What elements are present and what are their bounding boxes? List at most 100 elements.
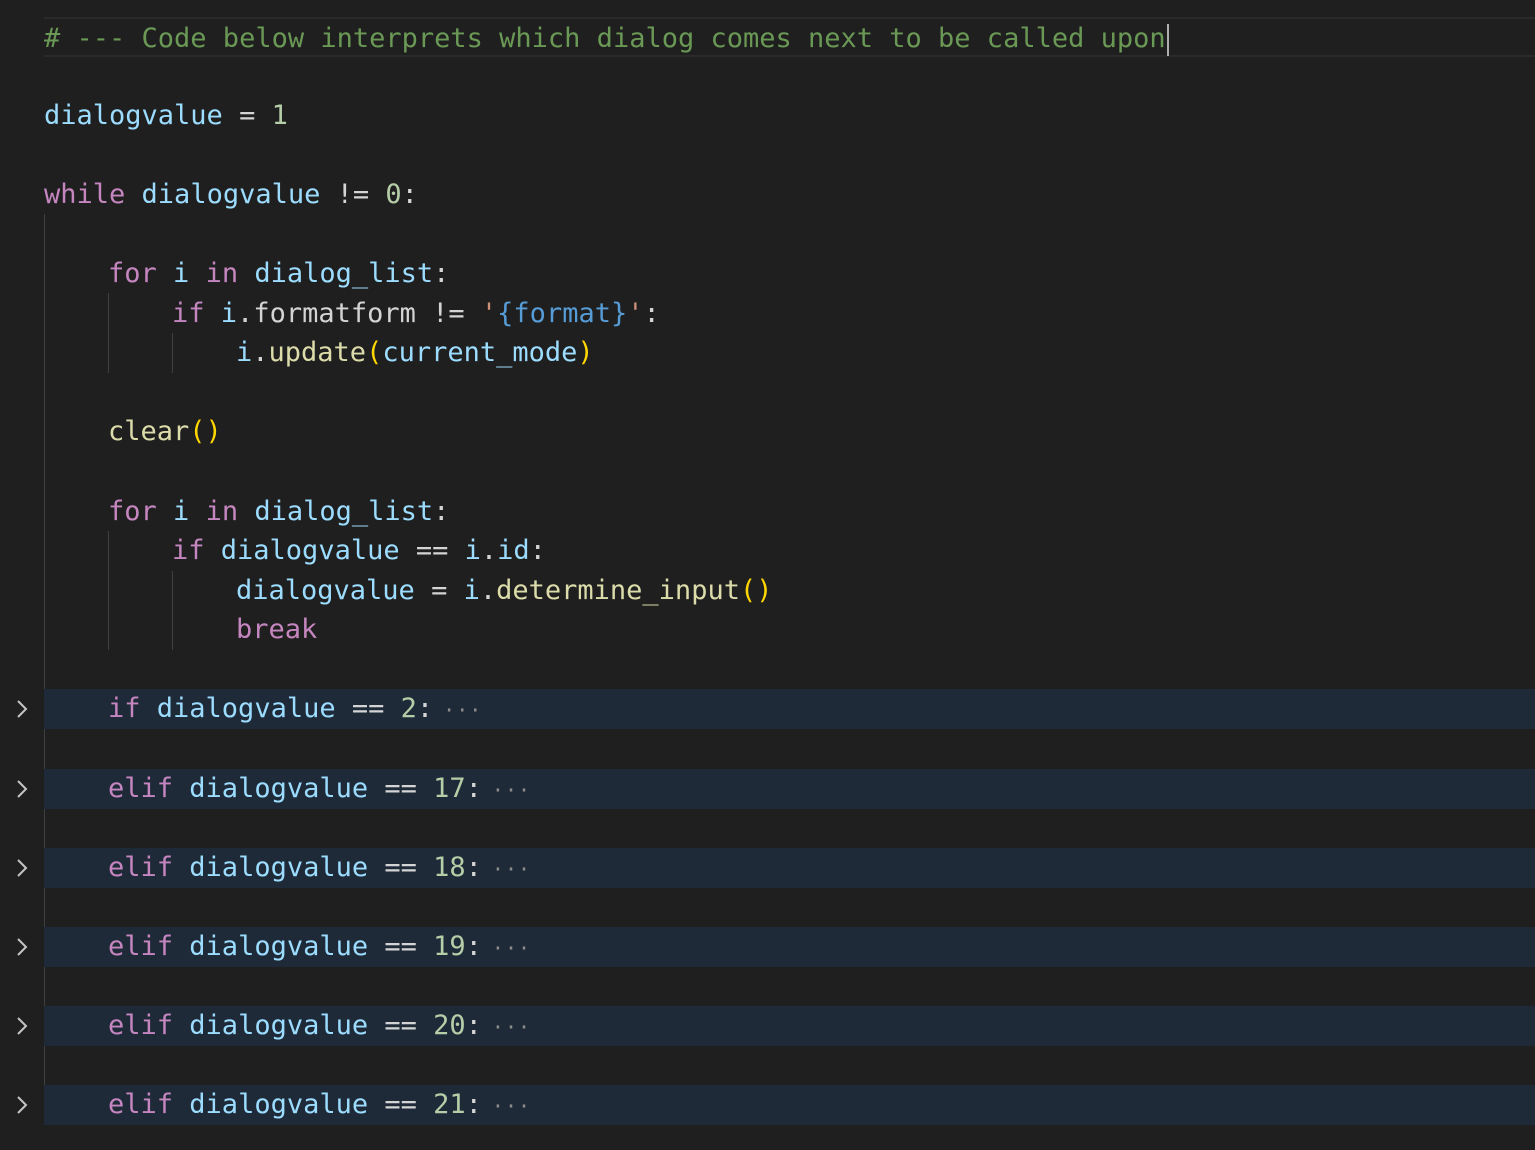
number-token: 17 xyxy=(433,773,466,804)
format-placeholder: {format} xyxy=(497,298,628,329)
string-quote: ' xyxy=(627,298,644,329)
colon-token: : xyxy=(401,179,418,210)
keyword-token: elif xyxy=(108,773,174,804)
colon-token: : xyxy=(643,298,660,329)
variable-token: dialogvalue xyxy=(189,852,369,883)
variable-token: dialog_list xyxy=(254,496,434,527)
variable-token: dialogvalue xyxy=(220,535,400,566)
bracket-token: ( xyxy=(366,337,383,368)
folded-ellipsis[interactable]: ··· xyxy=(492,936,531,960)
dot-token: . xyxy=(237,298,254,329)
keyword-token: if xyxy=(172,535,205,566)
code-line-folded-elif-21[interactable]: elif dialogvalue == 21: ··· xyxy=(44,1085,1535,1125)
keyword-token: in xyxy=(205,258,239,289)
colon-token: : xyxy=(465,1010,482,1041)
colon-token: : xyxy=(416,693,434,724)
operator-token: == xyxy=(368,852,434,883)
keyword-token: elif xyxy=(108,852,174,883)
keyword-token: in xyxy=(205,496,239,527)
text-cursor xyxy=(1166,23,1169,56)
colon-token: : xyxy=(465,1089,482,1120)
code-line-folded-elif-17[interactable]: elif dialogvalue == 17: ··· xyxy=(44,769,1535,809)
number-token: 0 xyxy=(385,179,402,210)
variable-token: dialogvalue xyxy=(156,693,336,724)
operator-token: == xyxy=(368,1010,434,1041)
code-line-clear-call[interactable]: clear() xyxy=(0,412,1535,452)
code-line-determine-input[interactable]: dialogvalue = i.determine_input() xyxy=(0,571,1535,611)
number-token: 19 xyxy=(433,931,466,962)
keyword-token: elif xyxy=(108,1089,174,1120)
variable-token: dialogvalue xyxy=(44,100,223,131)
variable-token: i xyxy=(220,298,238,329)
keyword-token: elif xyxy=(108,931,174,962)
variable-token: i xyxy=(236,337,253,368)
operator-token: == xyxy=(368,1089,434,1120)
colon-token: : xyxy=(433,258,450,289)
code-line-folded-elif-20[interactable]: elif dialogvalue == 20: ··· xyxy=(44,1006,1535,1046)
folded-ellipsis[interactable]: ··· xyxy=(492,857,531,881)
code-line-assign[interactable]: dialogvalue = 1 xyxy=(0,96,1535,136)
chevron-right-icon[interactable] xyxy=(12,769,32,809)
code-line-for-1[interactable]: for i in dialog_list: xyxy=(0,254,1535,294)
keyword-token: for xyxy=(108,258,157,289)
operator-token: == xyxy=(368,773,434,804)
number-token: 2 xyxy=(400,693,417,724)
function-token: update xyxy=(268,337,367,368)
bracket-token: ) xyxy=(756,575,773,606)
bracket-token: ( xyxy=(189,416,206,447)
bracket-token: ) xyxy=(577,337,594,368)
chevron-right-icon[interactable] xyxy=(12,1006,32,1046)
colon-token: : xyxy=(529,535,546,566)
function-token: clear xyxy=(108,416,190,447)
colon-token: : xyxy=(465,931,482,962)
operator-token: == xyxy=(399,535,465,566)
chevron-right-icon[interactable] xyxy=(12,689,32,729)
code-line-if-format[interactable]: if i.formatform != '{format}': xyxy=(0,294,1535,334)
code-line-while[interactable]: while dialogvalue != 0: xyxy=(0,175,1535,215)
keyword-token: for xyxy=(108,496,157,527)
string-quote: ' xyxy=(480,298,498,329)
folded-ellipsis[interactable]: ··· xyxy=(443,698,482,722)
dot-token: . xyxy=(480,535,498,566)
variable-token: current_mode xyxy=(382,337,578,368)
code-line-for-2[interactable]: for i in dialog_list: xyxy=(0,492,1535,532)
code-line-folded-elif-19[interactable]: elif dialogvalue == 19: ··· xyxy=(44,927,1535,967)
operator-token: != xyxy=(415,298,481,329)
colon-token: : xyxy=(465,852,482,883)
variable-token: id xyxy=(497,535,530,566)
variable-token: dialogvalue xyxy=(189,1010,369,1041)
folded-ellipsis[interactable]: ··· xyxy=(492,778,531,802)
code-line-comment[interactable]: # --- Code below interprets which dialog… xyxy=(44,17,1535,57)
variable-token: i xyxy=(173,258,190,289)
number-token: 21 xyxy=(433,1089,466,1120)
code-line-update-call[interactable]: i.update(current_mode) xyxy=(0,333,1535,373)
code-line-if-id[interactable]: if dialogvalue == i.id: xyxy=(0,531,1535,571)
chevron-right-icon[interactable] xyxy=(12,1085,32,1125)
comment-text: # --- Code below interprets which dialog… xyxy=(44,23,1166,54)
code-line-break[interactable]: break xyxy=(0,610,1535,650)
number-token: 1 xyxy=(271,100,288,131)
bracket-token: ) xyxy=(205,416,222,447)
chevron-right-icon[interactable] xyxy=(12,927,32,967)
folded-ellipsis[interactable]: ··· xyxy=(492,1094,531,1118)
folded-ellipsis[interactable]: ··· xyxy=(492,1015,531,1039)
code-line-folded-elif-18[interactable]: elif dialogvalue == 18: ··· xyxy=(44,848,1535,888)
function-token: determine_input xyxy=(496,575,740,606)
variable-token: i xyxy=(464,535,481,566)
variable-token: dialogvalue xyxy=(189,1089,369,1120)
code-editor[interactable]: # --- Code below interprets which dialog… xyxy=(0,0,1535,1150)
keyword-token: if xyxy=(172,298,205,329)
keyword-token: break xyxy=(236,614,318,645)
dot-token: . xyxy=(252,337,269,368)
number-token: 18 xyxy=(433,852,466,883)
bracket-token: ( xyxy=(739,575,757,606)
variable-token: dialogvalue xyxy=(141,179,321,210)
operator-token: == xyxy=(335,693,401,724)
chevron-right-icon[interactable] xyxy=(12,848,32,888)
operator-token: = xyxy=(414,575,464,606)
operator-token: = xyxy=(222,100,272,131)
code-line-folded-if-2[interactable]: if dialogvalue == 2: ··· xyxy=(44,689,1535,729)
keyword-token: while xyxy=(44,179,126,210)
number-token: 20 xyxy=(433,1010,466,1041)
colon-token: : xyxy=(465,773,482,804)
